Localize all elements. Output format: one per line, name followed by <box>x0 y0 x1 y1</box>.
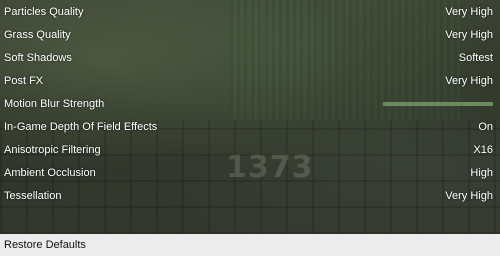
setting-label: Particles Quality <box>4 5 84 18</box>
setting-row-depth-of-field[interactable]: In-Game Depth Of Field Effects On <box>0 115 500 138</box>
setting-label: Anisotropic Filtering <box>4 143 101 156</box>
setting-label: In-Game Depth Of Field Effects <box>4 120 158 133</box>
settings-list: Particles Quality Very High Grass Qualit… <box>0 0 500 234</box>
slider-fill <box>383 101 493 106</box>
motion-blur-slider[interactable] <box>383 101 493 106</box>
setting-row-post-fx[interactable]: Post FX Very High <box>0 69 500 92</box>
setting-label: Soft Shadows <box>4 51 72 64</box>
setting-label: Grass Quality <box>4 28 71 41</box>
setting-value: High <box>470 166 493 179</box>
setting-value: Very High <box>445 5 493 18</box>
restore-defaults-label: Restore Defaults <box>4 239 86 251</box>
setting-value: Very High <box>445 74 493 87</box>
setting-label: Post FX <box>4 74 44 87</box>
setting-row-motion-blur-strength[interactable]: Motion Blur Strength <box>0 92 500 115</box>
setting-row-anisotropic-filtering[interactable]: Anisotropic Filtering X16 <box>0 138 500 161</box>
setting-row-grass-quality[interactable]: Grass Quality Very High <box>0 23 500 46</box>
restore-defaults-button[interactable]: Restore Defaults <box>0 234 500 256</box>
setting-row-tessellation[interactable]: Tessellation Very High <box>0 184 500 207</box>
setting-row-ambient-occlusion[interactable]: Ambient Occlusion High <box>0 161 500 184</box>
setting-label: Tessellation <box>4 189 62 202</box>
setting-label: Motion Blur Strength <box>4 97 105 110</box>
setting-value: Very High <box>445 28 493 41</box>
setting-label: Ambient Occlusion <box>4 166 96 179</box>
setting-value: Very High <box>445 189 493 202</box>
graphics-settings-screen: 1373 Particles Quality Very High Grass Q… <box>0 0 500 256</box>
setting-row-particles-quality[interactable]: Particles Quality Very High <box>0 0 500 23</box>
setting-value: Softest <box>458 51 493 64</box>
setting-row-soft-shadows[interactable]: Soft Shadows Softest <box>0 46 500 69</box>
setting-value: On <box>478 120 493 133</box>
setting-value: X16 <box>473 143 493 156</box>
